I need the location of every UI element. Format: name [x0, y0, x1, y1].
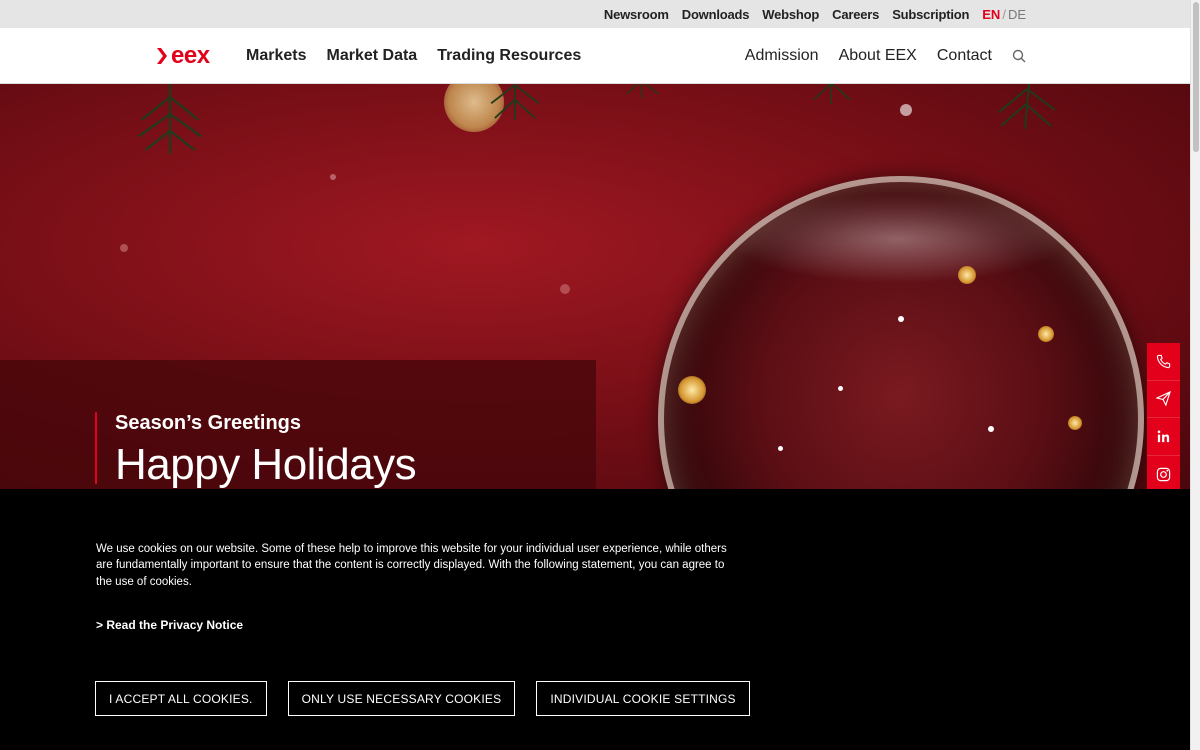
greeting-title: Happy Holidays — [115, 440, 417, 489]
hero-banner: Season’s Greetings Happy Holidays — [0, 84, 1190, 489]
accept-all-cookies-button[interactable]: I accept all cookies. — [95, 681, 267, 716]
nav-about-eex[interactable]: About EEX — [839, 47, 917, 65]
scrollbar-thumb[interactable] — [1193, 2, 1199, 152]
snow-globe-image — [658, 176, 1144, 489]
eex-logo[interactable]: eex — [157, 42, 210, 70]
cookie-settings-button[interactable]: Individual cookie settings — [536, 681, 750, 716]
globe-light — [838, 386, 843, 391]
phone-button[interactable] — [1147, 343, 1180, 381]
social-sidebar — [1147, 343, 1180, 489]
nav-admission[interactable]: Admission — [745, 47, 819, 65]
lang-separator: / — [1002, 6, 1006, 22]
primary-nav: Markets Market Data Trading Resources — [246, 28, 581, 84]
lang-de[interactable]: DE — [1008, 7, 1026, 22]
greeting-kicker: Season’s Greetings — [115, 412, 301, 434]
secondary-nav: Admission About EEX Contact — [745, 28, 1026, 84]
downloads-link[interactable]: Downloads — [682, 7, 750, 22]
cookie-buttons: I accept all cookies. Only use necessary… — [95, 681, 750, 716]
globe-light — [898, 316, 904, 322]
lang-en[interactable]: EN — [982, 7, 1000, 22]
pine-branch-decoration — [490, 84, 540, 120]
phone-icon — [1156, 354, 1171, 368]
globe-light — [678, 376, 706, 404]
bokeh-light — [900, 104, 912, 116]
cookie-banner: We use cookies on our website. Some of t… — [0, 489, 1190, 750]
globe-light — [778, 446, 783, 451]
language-switcher: EN / DE — [982, 7, 1026, 22]
bokeh-light — [560, 284, 570, 294]
globe-rim — [658, 176, 1144, 489]
newsroom-link[interactable]: Newsroom — [604, 7, 669, 22]
globe-light — [958, 266, 976, 284]
linkedin-button[interactable] — [1147, 418, 1180, 456]
privacy-notice-link[interactable]: > Read the Privacy Notice — [96, 618, 243, 632]
subscription-link[interactable]: Subscription — [892, 7, 969, 22]
instagram-button[interactable] — [1147, 456, 1180, 489]
globe-light — [1068, 416, 1082, 430]
globe-light — [988, 426, 994, 432]
search-icon[interactable] — [1012, 49, 1026, 63]
nav-market-data[interactable]: Market Data — [326, 47, 417, 65]
pine-branch-decoration — [625, 84, 659, 98]
send-icon — [1156, 391, 1171, 407]
pine-branch-decoration — [813, 84, 851, 104]
nav-trading-resources[interactable]: Trading Resources — [437, 47, 581, 65]
nav-contact[interactable]: Contact — [937, 47, 992, 65]
globe-light — [1038, 326, 1054, 342]
send-button[interactable] — [1147, 381, 1180, 419]
bokeh-light — [330, 174, 336, 180]
logo-text: eex — [171, 42, 210, 69]
webshop-link[interactable]: Webshop — [762, 7, 819, 22]
logo-chevron-icon — [157, 48, 167, 64]
cookie-text: We use cookies on our website. Some of t… — [96, 543, 727, 588]
utility-links: Newsroom Downloads Webshop Careers Subsc… — [604, 0, 1026, 28]
pine-branch-decoration — [137, 84, 203, 154]
nav-markets[interactable]: Markets — [246, 47, 306, 65]
instagram-icon — [1156, 467, 1171, 481]
page-scrollbar[interactable] — [1190, 0, 1200, 750]
utility-bar: Newsroom Downloads Webshop Careers Subsc… — [0, 0, 1190, 28]
bokeh-light — [120, 244, 128, 252]
necessary-cookies-button[interactable]: Only use necessary cookies — [287, 681, 516, 716]
main-header: eex Markets Market Data Trading Resource… — [0, 28, 1190, 84]
linkedin-icon — [1157, 430, 1170, 443]
pine-branch-decoration — [998, 84, 1056, 130]
greeting-accent-bar — [95, 412, 97, 484]
careers-link[interactable]: Careers — [832, 7, 879, 22]
greeting-panel: Season’s Greetings Happy Holidays — [0, 360, 596, 489]
